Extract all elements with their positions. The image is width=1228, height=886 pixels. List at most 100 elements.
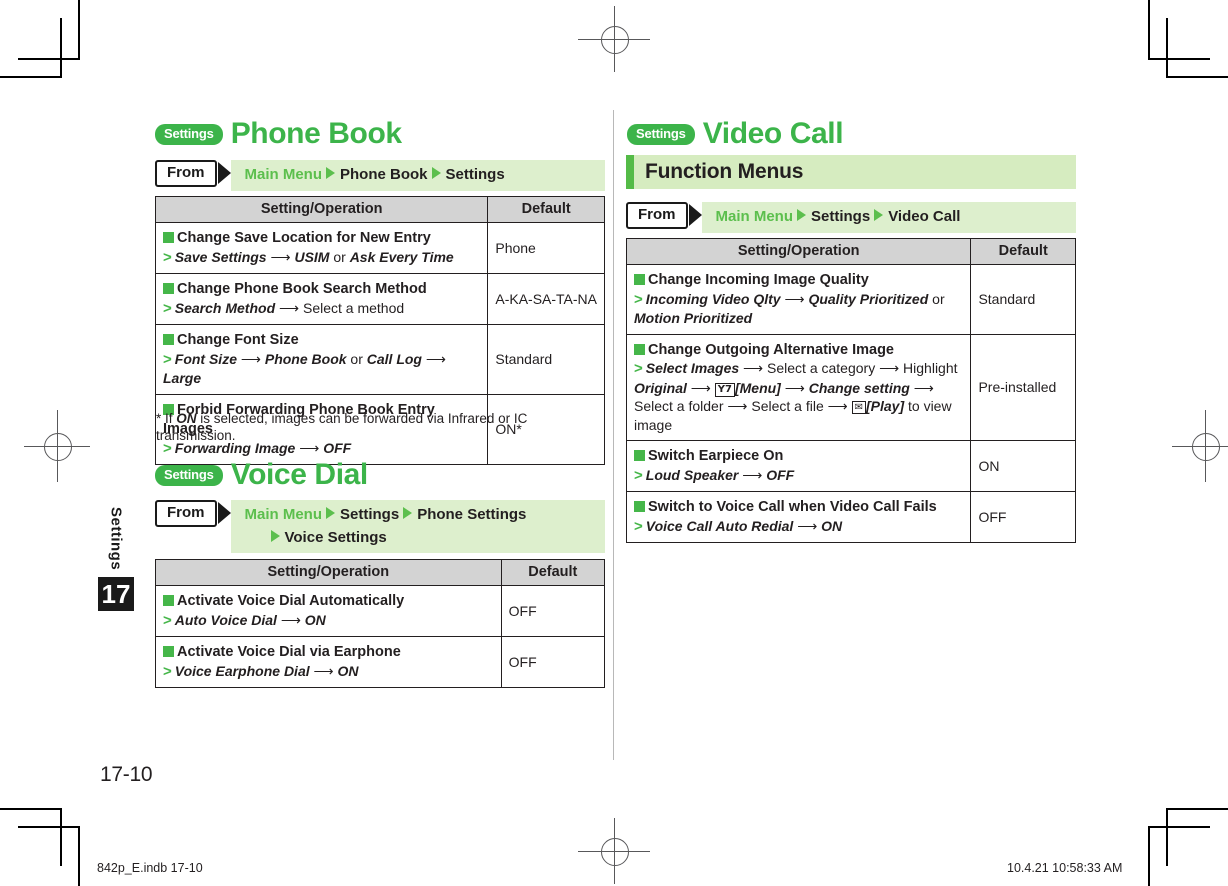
bullet-square-icon <box>163 646 174 657</box>
breadcrumb: Main Menu Settings Video Call <box>701 202 1076 233</box>
table-row: Switch Earpiece On > Loud Speaker ⟶ OFF O… <box>625 440 1076 492</box>
breadcrumb-item: Phone Book <box>340 166 428 183</box>
bullet-square-icon <box>163 283 174 294</box>
breadcrumb-item: Voice Settings <box>284 529 387 546</box>
breadcrumb-item: Main Menu <box>244 506 323 523</box>
row-default: Phone <box>487 222 605 274</box>
bullet-square-icon <box>163 595 174 606</box>
col-header-operation: Setting/Operation <box>155 559 502 586</box>
chevron-right-icon <box>326 507 335 519</box>
row-title: Switch to Voice Call when Video Call Fai… <box>634 497 964 517</box>
from-arrow-icon <box>688 204 702 226</box>
breadcrumb: Main Menu Settings Phone Settings Voice Se… <box>230 500 605 553</box>
from-arrow-icon <box>217 162 231 184</box>
chapter-tab: Settings 17 <box>98 505 134 611</box>
function-menus-title: Function Menus <box>645 160 804 183</box>
row-steps: > Search Method ⟶ Select a method <box>163 299 405 317</box>
table-row: Activate Voice Dial via Earphone > Voice … <box>155 636 606 688</box>
row-steps: > Voice Earphone Dial ⟶ ON <box>163 662 359 680</box>
registration-mark-left <box>24 410 90 482</box>
col-header-operation: Setting/Operation <box>625 238 972 265</box>
breadcrumb-item: Main Menu <box>715 208 794 225</box>
row-default: OFF <box>500 636 606 688</box>
breadcrumb-item: Main Menu <box>244 166 323 183</box>
row-steps: > Incoming Video Qlty ⟶ Quality Prioritiz… <box>634 290 945 327</box>
row-default: Standard <box>970 264 1076 335</box>
page-number: 17-10 <box>100 763 153 786</box>
from-label: From <box>155 500 217 527</box>
table-row: Activate Voice Dial Automatically > Auto … <box>155 585 606 637</box>
col-header-operation: Setting/Operation <box>154 196 489 223</box>
function-menus-band: Function Menus <box>626 155 1076 189</box>
breadcrumb-item: Settings <box>340 506 400 523</box>
table-header-row: Setting/Operation Default <box>155 559 606 586</box>
table-row: Change Save Location for New Entry > Save… <box>154 222 605 274</box>
page-title: Phone Book <box>230 117 402 150</box>
column-divider <box>613 110 614 760</box>
chevron-right-icon <box>326 167 335 179</box>
from-label: From <box>626 202 688 229</box>
row-default: A-KA-SA-TA-NA <box>487 273 605 325</box>
col-header-default: Default <box>970 238 1076 265</box>
table-header-row: Setting/Operation Default <box>625 238 1076 265</box>
row-steps: > Auto Voice Dial ⟶ ON <box>163 611 326 629</box>
chapter-label: Settings <box>107 507 125 571</box>
col-header-default: Default <box>500 559 606 586</box>
from-label: From <box>155 160 217 187</box>
breadcrumb-item: Phone Settings <box>417 506 527 523</box>
row-steps: > Font Size ⟶ Phone Book or Call Log ⟶ La… <box>163 350 446 387</box>
settings-pill: Settings <box>155 464 223 486</box>
row-title: Change Outgoing Alternative Image <box>634 340 964 360</box>
settings-table-voice-dial: Setting/Operation Default Activate Voice… <box>155 559 606 688</box>
footer-timestamp: 10.4.21 10:58:33 AM <box>1007 861 1123 875</box>
bullet-square-icon <box>634 343 645 355</box>
chevron-right-icon <box>874 209 884 221</box>
settings-pill: Settings <box>155 123 223 145</box>
row-title: Activate Voice Dial via Earphone <box>163 642 495 662</box>
row-steps: > Voice Call Auto Redial ⟶ ON <box>634 517 843 535</box>
table-row: Change Font Size > Font Size ⟶ Phone Book… <box>154 324 605 395</box>
col-header-default: Default <box>487 196 605 223</box>
from-row-video-call: From Main Menu Settings Video Call <box>626 202 1076 233</box>
chevron-right-icon <box>270 530 280 542</box>
chevron-right-icon <box>431 167 441 179</box>
row-steps: > Save Settings ⟶ USIM or Ask Every Time <box>163 248 454 266</box>
row-title: Switch Earpiece On <box>634 446 964 466</box>
breadcrumb-item: Settings <box>811 208 871 225</box>
row-default: OFF <box>500 585 606 637</box>
footnote: * If ON is selected, images can be forwa… <box>156 411 528 443</box>
table-row: Change Outgoing Alternative Image > Selec… <box>625 333 1076 441</box>
row-title: Activate Voice Dial Automatically <box>163 591 495 611</box>
page-title: Voice Dial <box>230 458 369 491</box>
row-title: Change Incoming Image Quality <box>634 270 964 290</box>
from-row-phone-book: From Main Menu Phone Book Settings <box>155 160 605 191</box>
registration-mark-bottom <box>578 818 650 884</box>
breadcrumb: Main Menu Phone Book Settings <box>230 160 605 191</box>
from-arrow-icon <box>217 502 231 524</box>
row-title: Change Save Location for New Entry <box>163 228 481 248</box>
bullet-square-icon <box>634 274 645 285</box>
section-heading-phone-book: Settings Phone Book <box>155 118 402 150</box>
row-steps: > Loud Speaker ⟶ OFF <box>634 466 795 484</box>
breadcrumb-item: Settings <box>445 166 505 183</box>
bullet-square-icon <box>634 501 645 512</box>
envelope-key-icon: ✉ <box>851 401 866 414</box>
row-default: Pre-installed <box>970 333 1076 441</box>
bullet-square-icon <box>163 334 174 345</box>
registration-mark-top <box>578 6 650 72</box>
bullet-square-icon <box>163 232 174 243</box>
footer-filename: 842p_E.indb 17-10 <box>97 861 203 875</box>
settings-pill: Settings <box>627 123 695 145</box>
row-title: Change Font Size <box>163 330 481 350</box>
chevron-right-icon <box>797 209 806 221</box>
table-row: Change Incoming Image Quality > Incoming … <box>625 264 1076 335</box>
row-default: OFF <box>970 491 1076 543</box>
manual-page: Settings 17 Settings Phone Book From Mai… <box>0 0 1228 886</box>
section-heading-video-call: Settings Video Call <box>627 118 844 150</box>
registration-mark-right <box>1172 410 1228 482</box>
breadcrumb-item: Video Call <box>888 208 961 225</box>
row-title: Change Phone Book Search Method <box>163 279 481 299</box>
menu-key-icon: Y7 <box>714 382 735 397</box>
table-row: Switch to Voice Call when Video Call Fai… <box>625 491 1076 543</box>
section-heading-voice-dial: Settings Voice Dial <box>155 459 368 491</box>
